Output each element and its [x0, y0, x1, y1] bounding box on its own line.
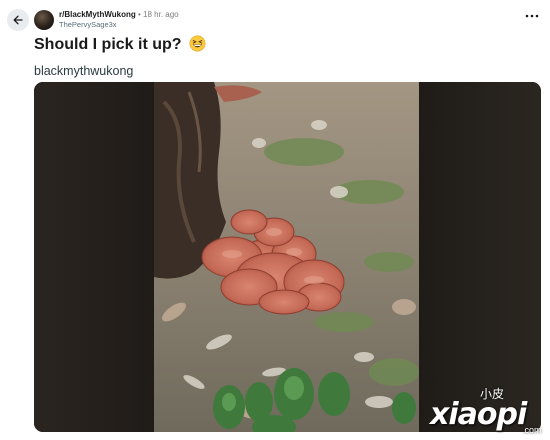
arrow-left-icon — [13, 15, 23, 25]
watermark-domain: .com — [522, 425, 542, 435]
post-media[interactable] — [34, 82, 541, 432]
back-button[interactable] — [7, 9, 29, 31]
more-horizontal-icon — [525, 14, 539, 18]
post-flair[interactable]: blackmythwukong — [34, 63, 133, 79]
watermark-latin-text: xiaopi — [430, 397, 527, 432]
post-meta: r/BlackMythWukong • 18 hr. ago — [59, 9, 179, 20]
xiaopi-watermark: 小皮 xiaopi .com — [430, 385, 550, 440]
subreddit-avatar[interactable] — [34, 10, 54, 30]
mushroom-photo — [154, 82, 419, 432]
grinning-squinting-face-emoji — [189, 35, 206, 52]
post-title[interactable]: Should I pick it up? — [34, 35, 206, 55]
post-title-text: Should I pick it up? — [34, 36, 182, 53]
subreddit-name[interactable]: r/BlackMythWukong — [59, 10, 136, 19]
post-author[interactable]: ThePervySage3x — [59, 20, 117, 30]
meta-separator: • — [137, 10, 141, 19]
more-options-button[interactable] — [524, 8, 540, 24]
post-time: 18 hr. ago — [143, 10, 179, 19]
